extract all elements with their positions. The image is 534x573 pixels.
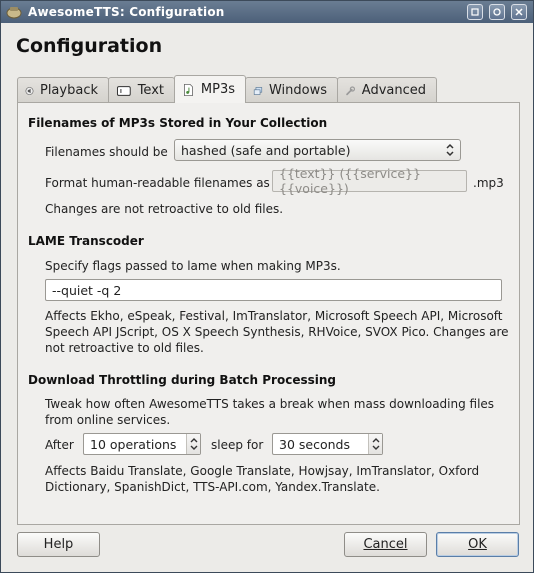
tab-label: Text: [137, 83, 164, 98]
tab-label: Advanced: [361, 83, 426, 98]
page-title: Configuration: [16, 35, 163, 57]
spin-arrows-icon: [372, 438, 380, 450]
filename-mode-value: hashed (safe and portable): [181, 142, 351, 158]
help-button[interactable]: Help: [17, 532, 100, 557]
spin-buttons[interactable]: [186, 434, 200, 454]
lame-affects-line-2: Speech API JScript, OS X Speech Synthesi…: [45, 325, 509, 339]
filenames-should-be-label: Filenames should be: [45, 145, 168, 159]
config-window: AwesomeTTS: Configuration Configuration …: [0, 0, 534, 573]
lame-affects-line-1: Affects Ekho, eSpeak, Festival, ImTransl…: [45, 309, 503, 323]
sleep-for-label: sleep for: [211, 438, 264, 452]
throttle-desc-line-2: from online services.: [45, 413, 171, 427]
throttle-heading: Download Throttling during Batch Process…: [28, 373, 336, 387]
spin-arrows-icon: [190, 438, 198, 450]
app-icon: [6, 7, 22, 19]
window-title: AwesomeTTS: Configuration: [28, 5, 225, 19]
lame-affects-line-3: not retroactive to old files.: [45, 341, 204, 355]
ok-button-label: OK: [468, 537, 487, 552]
sleep-seconds-spinbox[interactable]: 30 seconds: [272, 433, 383, 455]
throttle-affects-line-1: Affects Baidu Translate, Google Translat…: [45, 464, 480, 478]
wrench-icon: [346, 85, 356, 95]
close-icon: [515, 8, 523, 16]
text-box-icon: [116, 85, 131, 96]
minimize-icon: [471, 8, 479, 16]
spin-buttons[interactable]: [368, 434, 382, 454]
filename-mode-select[interactable]: hashed (safe and portable): [174, 139, 461, 161]
tab-label: MP3s: [200, 82, 235, 97]
mp3s-panel: Filenames of MP3s Stored in Your Collect…: [17, 102, 520, 525]
updown-arrows-icon: [446, 143, 454, 157]
tab-text[interactable]: Text: [108, 77, 175, 103]
mp3-suffix-label: .mp3: [473, 176, 504, 190]
format-filenames-value: {{text}} ({{service}} {{voice}}): [279, 166, 421, 196]
filenames-heading: Filenames of MP3s Stored in Your Collect…: [28, 116, 328, 130]
format-filenames-input[interactable]: {{text}} ({{service}} {{voice}}): [272, 166, 467, 196]
throttle-affects-line-2: Dictionary, SpanishDict, TTS-API.com, Ya…: [45, 480, 380, 494]
after-label: After: [45, 438, 74, 452]
tab-windows[interactable]: Windows: [245, 77, 338, 103]
sleep-seconds-value: 30 seconds: [279, 436, 350, 452]
tab-label: Playback: [39, 83, 98, 98]
tab-label: Windows: [268, 83, 327, 98]
throttle-desc-line-1: Tweak how often AwesomeTTS takes a break…: [45, 397, 495, 411]
lame-heading: LAME Transcoder: [28, 234, 144, 248]
tab-mp3s[interactable]: MP3s: [174, 75, 246, 103]
maximize-icon: [493, 8, 501, 16]
after-operations-spinbox[interactable]: 10 operations: [83, 433, 201, 455]
title-bar[interactable]: AwesomeTTS: Configuration: [1, 1, 533, 23]
lame-flags-input[interactable]: --quiet -q 2: [45, 279, 502, 301]
speaker-icon: [25, 86, 34, 95]
minimize-button[interactable]: [467, 4, 483, 20]
close-button[interactable]: [511, 4, 527, 20]
tab-bar: Playback Text MP3s Windows Advanced: [17, 75, 437, 103]
maximize-button[interactable]: [489, 4, 505, 20]
filenames-note: Changes are not retroactive to old files…: [45, 202, 284, 216]
lame-flags-value: --quiet -q 2: [52, 282, 122, 298]
after-operations-value: 10 operations: [90, 436, 177, 452]
ok-button[interactable]: OK: [436, 532, 519, 557]
cancel-button[interactable]: Cancel: [344, 532, 427, 557]
cancel-button-label: Cancel: [363, 537, 408, 552]
tab-playback[interactable]: Playback: [17, 77, 109, 103]
format-filenames-label: Format human-readable filenames as: [45, 176, 270, 190]
help-button-label: Help: [43, 537, 74, 552]
music-file-icon: [184, 83, 193, 96]
lame-description: Specify flags passed to lame when making…: [45, 259, 341, 273]
windows-icon: [253, 86, 263, 95]
tab-advanced[interactable]: Advanced: [337, 77, 437, 103]
